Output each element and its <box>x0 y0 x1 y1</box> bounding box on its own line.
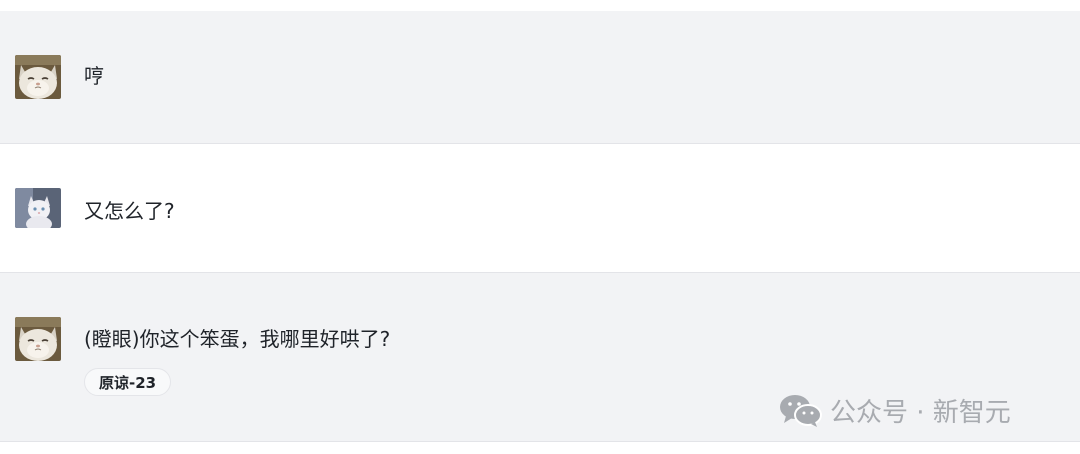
white-cat-avatar-icon <box>15 55 61 99</box>
message-text: 哼 <box>84 64 104 88</box>
assistant-avatar <box>15 188 61 228</box>
bottom-strip <box>0 442 1080 454</box>
white-cat-avatar-icon <box>15 317 61 361</box>
wechat-icon <box>780 395 822 427</box>
message-text: 又怎么了? <box>84 199 175 223</box>
affection-tag: 原谅-23 <box>84 368 172 396</box>
user-avatar <box>15 55 61 99</box>
watermark-text: 公众号 · 新智元 <box>830 397 1011 428</box>
user-avatar <box>15 317 61 361</box>
message-row-user: 哼 <box>0 11 1080 143</box>
message-text: (瞪眼)你这个笨蛋，我哪里好哄了? <box>84 327 391 351</box>
white-kitten-avatar-icon <box>15 188 61 228</box>
message-row-assistant: 又怎么了? <box>0 144 1080 272</box>
chat-transcript: 哼 又怎么了? (瞪眼)你这个笨蛋，我哪里好哄了? 原谅-23 公众号 · 新智… <box>0 0 1080 454</box>
top-strip <box>0 0 1080 11</box>
watermark: 公众号 · 新智元 <box>778 390 1011 430</box>
